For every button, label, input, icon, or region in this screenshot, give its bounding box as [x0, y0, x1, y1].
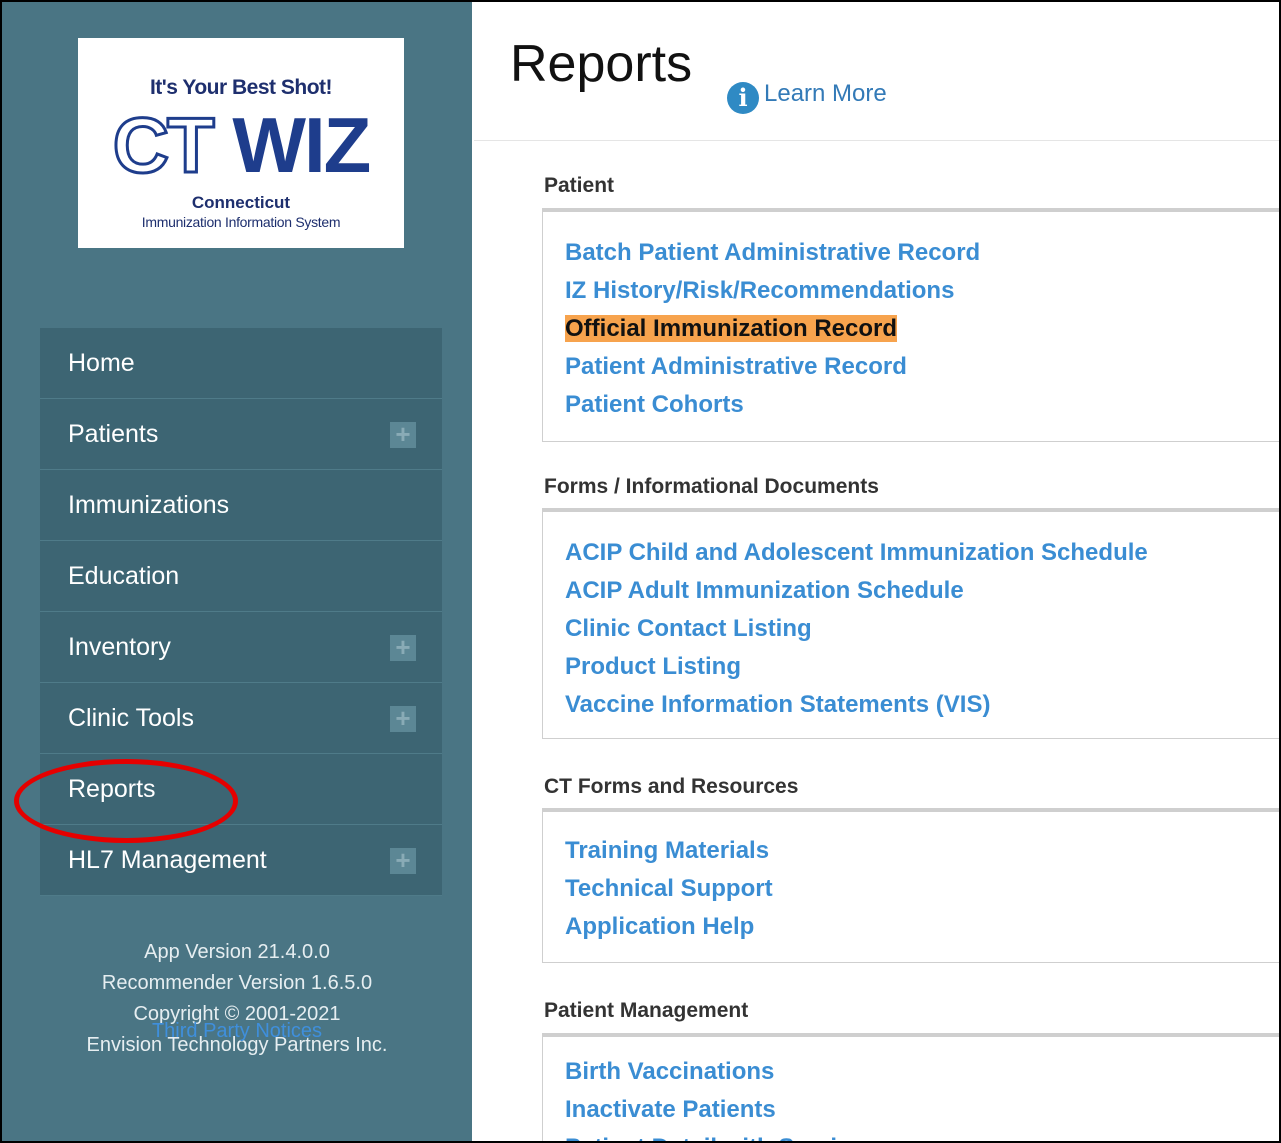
- nav-item-label: HL7 Management: [68, 846, 267, 874]
- app-frame: It's Your Best Shot! CT WIZ Connecticut …: [0, 0, 1281, 1143]
- logo-tagline: It's Your Best Shot!: [149, 76, 333, 99]
- nav-item-clinic-tools[interactable]: Clinic Tools +: [40, 683, 442, 754]
- logo-wiz: WIZ: [232, 101, 371, 189]
- nav-item-inventory[interactable]: Inventory +: [40, 612, 442, 683]
- nav-item-label: Patients: [68, 420, 159, 448]
- report-link[interactable]: Patient Cohorts: [543, 386, 1279, 424]
- report-link[interactable]: Patient Detail with Services: [543, 1129, 1279, 1141]
- section-title-patient-management: Patient Management: [544, 999, 749, 1022]
- nav-item-label: Inventory: [68, 633, 171, 661]
- nav-item-hl7-management[interactable]: HL7 Management +: [40, 825, 442, 896]
- nav-item-label: Clinic Tools: [68, 704, 194, 732]
- expand-plus-icon[interactable]: +: [390, 634, 416, 661]
- section-title-patient: Patient: [544, 174, 615, 197]
- ct-wiz-logo[interactable]: It's Your Best Shot! CT WIZ Connecticut …: [78, 38, 404, 248]
- logo-subtitle-2: Immunization Information System: [141, 214, 341, 230]
- panel-ct-forms: Training Materials Technical Support App…: [542, 808, 1279, 963]
- report-link[interactable]: Application Help: [543, 908, 1279, 946]
- nav-item-label: Home: [68, 349, 135, 377]
- app-version: App Version 21.4.0.0: [144, 941, 330, 963]
- report-link[interactable]: Birth Vaccinations: [543, 1053, 1279, 1091]
- page-title: Reports: [510, 35, 693, 93]
- nav-item-immunizations[interactable]: Immunizations: [40, 470, 442, 541]
- info-icon[interactable]: i: [727, 82, 759, 114]
- expand-plus-icon[interactable]: +: [390, 847, 416, 874]
- nav-item-label: Immunizations: [68, 491, 230, 519]
- main-content: Reports i Learn More Patient Batch Patie…: [474, 2, 1279, 1141]
- logo-subtitle: Connecticut: [191, 193, 291, 212]
- panel-patient: Batch Patient Administrative Record IZ H…: [542, 208, 1279, 442]
- report-link-highlighted[interactable]: Official Immunization Record: [543, 310, 1279, 348]
- panel-forms: ACIP Child and Adolescent Immunization S…: [542, 508, 1279, 739]
- report-link[interactable]: Patient Administrative Record: [543, 348, 1279, 386]
- highlighted-link-text: Official Immunization Record: [565, 315, 898, 342]
- third-party-notices-link[interactable]: Third Party Notices: [2, 1016, 472, 1047]
- report-link[interactable]: IZ History/Risk/Recommendations: [543, 272, 1279, 310]
- section-title-forms: Forms / Informational Documents: [544, 475, 879, 498]
- report-link[interactable]: Technical Support: [543, 870, 1279, 908]
- report-link[interactable]: ACIP Child and Adolescent Immunization S…: [543, 534, 1279, 572]
- report-link[interactable]: ACIP Adult Immunization Schedule: [543, 572, 1279, 610]
- nav-item-reports[interactable]: Reports: [40, 754, 442, 825]
- sidebar: It's Your Best Shot! CT WIZ Connecticut …: [2, 2, 472, 1141]
- sidebar-nav: Home Patients + Immunizations Education …: [40, 328, 442, 896]
- logo-wordmark: CT WIZ: [78, 100, 404, 191]
- nav-item-home[interactable]: Home: [40, 328, 442, 399]
- panel-patient-management: Birth Vaccinations Inactivate Patients P…: [542, 1033, 1279, 1141]
- report-link[interactable]: Vaccine Information Statements (VIS): [543, 686, 1279, 724]
- nav-item-education[interactable]: Education: [40, 541, 442, 612]
- learn-more-link[interactable]: Learn More: [764, 80, 887, 108]
- page-header: Reports i Learn More: [474, 2, 1279, 141]
- nav-item-label: Reports: [68, 775, 156, 803]
- nav-item-patients[interactable]: Patients +: [40, 399, 442, 470]
- expand-plus-icon[interactable]: +: [390, 705, 416, 732]
- logo-ct: CT: [111, 100, 216, 191]
- expand-plus-icon[interactable]: +: [390, 421, 416, 448]
- recommender-version: Recommender Version 1.6.5.0: [101, 972, 373, 994]
- nav-item-label: Education: [68, 562, 180, 590]
- section-title-ct-forms: CT Forms and Resources: [544, 775, 799, 798]
- report-link[interactable]: Batch Patient Administrative Record: [543, 234, 1279, 272]
- report-link[interactable]: Clinic Contact Listing: [543, 610, 1279, 648]
- report-link[interactable]: Inactivate Patients: [543, 1091, 1279, 1129]
- report-link[interactable]: Training Materials: [543, 832, 1279, 870]
- report-link[interactable]: Product Listing: [543, 648, 1279, 686]
